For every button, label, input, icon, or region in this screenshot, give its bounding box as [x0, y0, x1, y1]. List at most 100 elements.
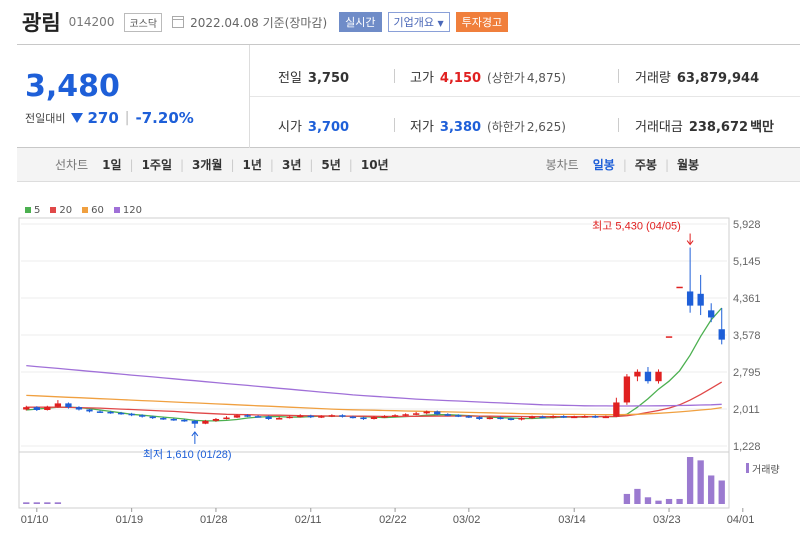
candle-body [191, 420, 199, 424]
line-chart-tabs: 선차트 1일 | 1주일 | 3개월 | 1년 | 3년 | 5년 | 10년 [55, 156, 389, 173]
candle-body [444, 414, 451, 416]
chart-canvas[interactable]: 5,928 5,145 4,361 3,578 2,795 2,011 1,228 01/10… [17, 182, 800, 536]
divider [618, 118, 619, 132]
volume-bar [54, 502, 62, 504]
stock-code: 014200 [68, 15, 115, 29]
stat-high-label: 고가 [410, 71, 434, 86]
stat-volume-label: 거래량 [635, 71, 671, 86]
tab-3m[interactable]: 3개월 [192, 156, 222, 173]
candle-body [592, 416, 599, 418]
candle-body [602, 416, 609, 419]
tab-weekly[interactable]: 주봉 [635, 156, 657, 173]
stat-prev-value: 3,750 [307, 71, 350, 86]
stat-low: 저가 3,380 (하한가 2,625) [410, 116, 566, 135]
market-badge: 코스닥 [124, 12, 163, 32]
calendar-icon [172, 16, 185, 28]
stat-high: 고가 4,150 (상한가 4,875) [410, 67, 566, 86]
candle-body [465, 416, 472, 418]
stat-open-value: 3,700 [307, 120, 350, 135]
candle-body [686, 291, 694, 306]
divider: | [622, 157, 627, 172]
candle-body [665, 336, 673, 338]
candle-body [549, 416, 557, 418]
candle-body [644, 371, 652, 382]
stat-low-value: 3,380 [439, 120, 482, 135]
divider: | [309, 157, 314, 172]
stats-grid: 전일 3,750 고가 4,150 (상한가 4,875) 거래량 63,879… [250, 45, 800, 148]
volume-bar [718, 480, 725, 504]
tab-1d[interactable]: 1일 [102, 156, 121, 173]
candle-body [655, 371, 662, 382]
divider [394, 69, 395, 83]
divider [618, 69, 619, 83]
tab-1w[interactable]: 1주일 [142, 156, 172, 173]
tab-3y[interactable]: 3년 [282, 156, 301, 173]
change-value: 270 [87, 109, 119, 127]
x-tick-label: 02/22 [379, 514, 407, 526]
high-annotation: 최고 5,430 (04/05) [592, 220, 681, 233]
stat-prev-label: 전일 [278, 71, 302, 86]
volume-legend-swatch [746, 463, 749, 473]
candle-body [571, 416, 578, 419]
candle-body [276, 418, 283, 420]
line-chart-label[interactable]: 선차트 [55, 156, 88, 173]
candle-body [223, 417, 230, 420]
investment-warning-badge[interactable]: 투자경고 [455, 12, 509, 32]
low-annotation: 최저 1,610 (01/28) [143, 448, 232, 461]
candle-body [708, 310, 715, 318]
candle-body [107, 411, 114, 414]
candle-body [160, 418, 167, 420]
candle-body [581, 416, 588, 418]
y-tick-label: 1,228 [733, 441, 761, 453]
quote-panel: 3,480 전일대비 270 | -7.20% 전일 3,750 고가 4,15… [17, 44, 800, 148]
candle-body [149, 416, 156, 419]
stat-high-value: 4,150 [439, 71, 482, 86]
candle-body [402, 414, 409, 416]
candle-body [349, 416, 357, 419]
y-tick-label: 3,578 [733, 330, 761, 342]
stock-name: 광림 [22, 11, 61, 35]
divider: | [129, 157, 134, 172]
tab-daily[interactable]: 일봉 [593, 156, 615, 173]
tab-monthly[interactable]: 월봉 [677, 156, 699, 173]
x-tick-label: 03/02 [453, 514, 481, 526]
header: 광림 014200 코스닥 2022.04.08 기준(장마감) 실시간 기업개… [0, 0, 800, 44]
stat-open-label: 시가 [278, 120, 302, 135]
volume-bar [697, 460, 704, 504]
tab-10y[interactable]: 10년 [361, 156, 389, 173]
company-overview-dropdown[interactable]: 기업개요 ▼ [387, 12, 450, 32]
volume-bar [644, 497, 652, 504]
candle-body [623, 376, 631, 403]
volume-bar [665, 498, 673, 504]
candle-chart-label[interactable]: 봉차트 [546, 156, 579, 173]
candle-body [360, 417, 367, 420]
candle-body [328, 415, 336, 417]
volume-bar [44, 502, 51, 504]
candle-body [233, 415, 241, 418]
stat-amount: 거래대금 238,672 백만 [635, 116, 774, 135]
company-overview-label: 기업개요 [393, 16, 435, 29]
volume-bar [708, 475, 715, 504]
stat-upper-value: 4,875) [526, 71, 566, 85]
y-tick-label: 2,795 [733, 367, 761, 379]
candle-body [370, 417, 378, 419]
price-box: 3,480 전일대비 270 | -7.20% [17, 45, 250, 148]
chevron-down-icon: ▼ [437, 19, 444, 28]
candle-body [297, 415, 304, 418]
price-chart: 5 20 60 120 5,928 5,145 4,361 3,578 2,795 2,0… [17, 182, 800, 536]
tab-1y[interactable]: 1년 [243, 156, 262, 173]
down-arrow-icon [71, 113, 84, 123]
y-tick-label: 2,011 [733, 404, 760, 416]
stat-volume-value: 63,879,944 [676, 71, 760, 86]
divider: | [348, 157, 353, 172]
candle-body [423, 411, 430, 414]
candle-body [44, 406, 51, 411]
candle-body [23, 407, 30, 410]
divider: | [180, 157, 185, 172]
candle-body [476, 417, 483, 419]
stat-upper-label: (상한가 [487, 71, 525, 85]
realtime-button[interactable]: 실시간 [339, 12, 382, 32]
tab-5y[interactable]: 5년 [321, 156, 340, 173]
candle-body [718, 329, 725, 340]
x-tick-label: 02/11 [295, 514, 322, 526]
